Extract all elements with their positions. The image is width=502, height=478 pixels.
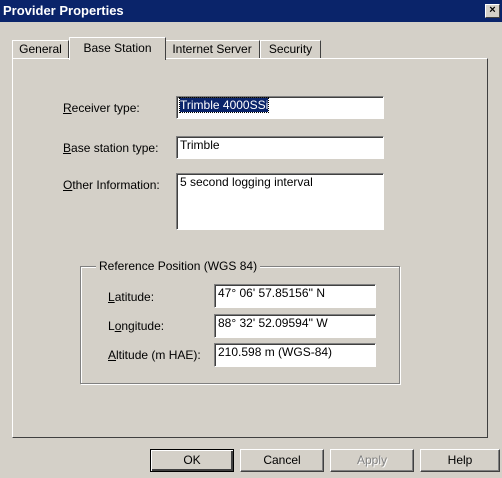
title-bar[interactable]: Provider Properties ×: [0, 0, 502, 22]
apply-button[interactable]: Apply: [330, 449, 414, 472]
longitude-label-pre: L: [108, 319, 115, 333]
altitude-label-accel: A: [108, 348, 117, 362]
tab-base-station[interactable]: Base Station: [69, 37, 166, 60]
window-title: Provider Properties: [3, 3, 124, 18]
help-button[interactable]: Help: [420, 449, 500, 472]
longitude-field[interactable]: 88° 32' 52.09594'' W: [214, 314, 376, 338]
altitude-field[interactable]: 210.598 m (WGS-84): [214, 343, 376, 367]
base-station-type-label-accel: B: [63, 141, 72, 155]
receiver-type-field[interactable]: Trimble 4000SSi: [176, 96, 384, 119]
other-information-label-text: ther Information:: [72, 178, 160, 192]
other-information-label-accel: O: [63, 178, 73, 192]
latitude-label-accel: L: [108, 290, 115, 304]
reference-position-title: Reference Position (WGS 84): [96, 259, 261, 273]
longitude-value: 88° 32' 52.09594'' W: [218, 316, 328, 330]
receiver-type-label: Receiver type:: [63, 101, 140, 115]
tab-security[interactable]: Security: [260, 40, 321, 59]
receiver-type-label-text: eceiver type:: [71, 101, 140, 115]
latitude-label: Latitude:: [108, 290, 154, 304]
base-station-type-value: Trimble: [180, 138, 220, 152]
altitude-label: Altitude (m HAE):: [108, 348, 201, 362]
longitude-label: Longitude:: [108, 319, 164, 333]
receiver-type-label-accel: R: [63, 101, 72, 115]
close-icon[interactable]: ×: [485, 4, 500, 18]
longitude-label-text: ngitude:: [121, 319, 165, 333]
other-information-field[interactable]: 5 second logging interval: [176, 173, 384, 230]
cancel-button[interactable]: Cancel: [240, 449, 324, 472]
base-station-type-field[interactable]: Trimble: [176, 136, 384, 159]
ok-button[interactable]: OK: [150, 449, 234, 472]
tab-internet-server[interactable]: Internet Server: [164, 40, 260, 59]
altitude-value: 210.598 m (WGS-84): [218, 345, 333, 359]
provider-properties-dialog: Provider Properties × General Base Stati…: [0, 0, 502, 478]
altitude-label-text: ltitude (m HAE):: [116, 348, 201, 362]
latitude-label-text: atitude:: [114, 290, 155, 304]
other-information-value: 5 second logging interval: [180, 175, 313, 189]
other-information-label: Other Information:: [63, 178, 160, 192]
receiver-type-value: Trimble 4000SSi: [178, 97, 270, 113]
tab-general[interactable]: General: [12, 40, 69, 59]
base-station-type-label-text: ase station type:: [71, 141, 159, 155]
latitude-field[interactable]: 47° 06' 57.85156'' N: [214, 284, 376, 308]
base-station-type-label: Base station type:: [63, 141, 158, 155]
latitude-value: 47° 06' 57.85156'' N: [218, 286, 326, 300]
